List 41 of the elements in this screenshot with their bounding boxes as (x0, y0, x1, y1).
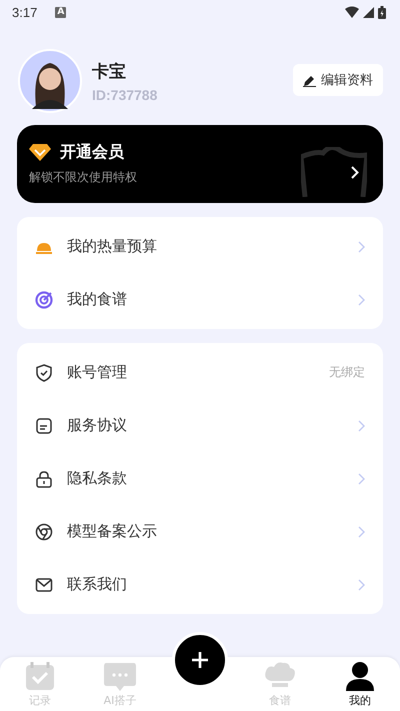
crown-outline-icon (301, 147, 367, 197)
mail-icon (35, 576, 53, 594)
battery-icon (378, 6, 386, 18)
chevron-right-icon (358, 294, 365, 306)
membership-title: 开通会员 (60, 142, 124, 163)
user-id: ID:737788 (92, 86, 158, 102)
membership-subtitle: 解锁不限次使用特权 (29, 169, 138, 186)
person-icon (343, 661, 377, 691)
binding-status: 无绑定 (329, 364, 365, 381)
menu-item[interactable]: 服务协议 (17, 399, 383, 452)
shield-icon (35, 364, 53, 382)
calendar-check-icon (23, 661, 57, 691)
diamond-icon (29, 144, 51, 161)
menu-item[interactable]: 账号管理 无绑定 (17, 346, 383, 399)
target-icon (35, 290, 53, 308)
lock-icon (35, 470, 53, 488)
chevron-right-icon (351, 166, 359, 178)
aperture-icon (35, 522, 53, 540)
avatar[interactable] (18, 49, 82, 113)
chevron-right-icon (358, 578, 365, 590)
chevron-right-icon (358, 240, 365, 252)
signal-icon (363, 6, 374, 18)
notification-icon: A (55, 6, 66, 18)
status-time: 3:17 (12, 4, 38, 20)
membership-card[interactable]: 开通会员 解锁不限次使用特权 (17, 125, 383, 203)
menu-item[interactable]: 我的热量预算 (17, 220, 383, 273)
pencil-icon (303, 74, 316, 86)
menu-item[interactable]: 模型备案公示 (17, 505, 383, 558)
wifi-icon (345, 6, 359, 18)
plus-icon (191, 651, 209, 669)
document-icon (35, 416, 53, 434)
chevron-right-icon (358, 472, 365, 484)
tab[interactable]: 我的 (320, 657, 400, 711)
menu-item[interactable]: 联系我们 (17, 558, 383, 611)
chevron-right-icon (358, 420, 365, 432)
chevron-right-icon (358, 526, 365, 538)
chat-bubble-icon (103, 661, 137, 691)
edit-profile-button[interactable]: 编辑资料 (293, 64, 383, 96)
user-name: 卡宝 (92, 60, 127, 82)
menu-item[interactable]: 隐私条款 (17, 452, 383, 505)
menu-item[interactable]: 我的食谱 (17, 273, 383, 326)
